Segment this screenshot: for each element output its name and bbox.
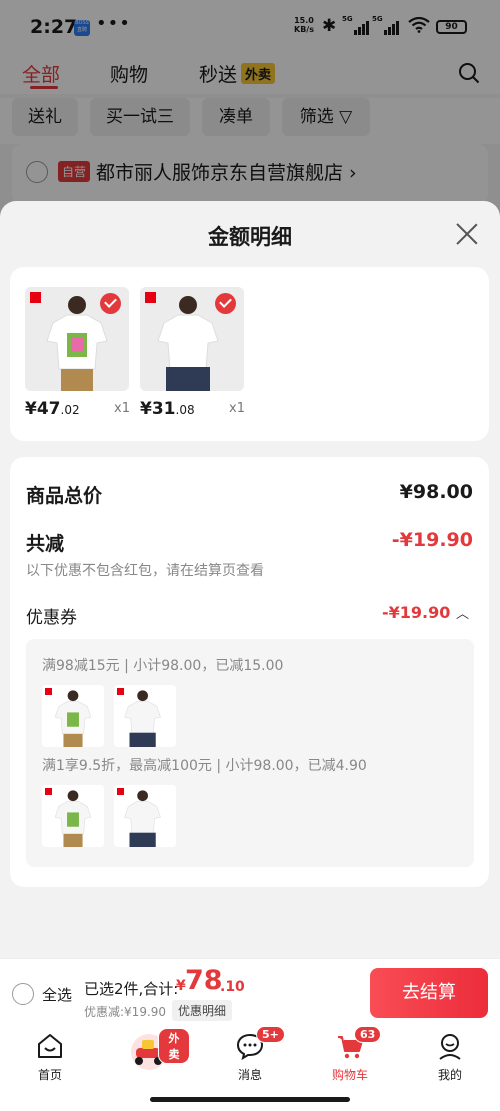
brand-logo (117, 788, 124, 795)
select-all-label[interactable]: 全选 (42, 984, 72, 1005)
price-summary-card: 商品总价 ¥98.00 共减 -¥19.90 以下优惠不包含红包，请在结算页查看… (10, 457, 489, 887)
checkout-button[interactable]: 去结算 (370, 968, 488, 1018)
message-count-badge: 5+ (256, 1026, 285, 1043)
coupon-product-thumbnail (114, 785, 176, 847)
user-icon (439, 1034, 461, 1060)
total-value: ¥98.00 (399, 481, 473, 503)
total-label: 商品总价 (26, 485, 103, 507)
coupon-product-thumbnail (114, 685, 176, 747)
coupon-detail-box: 满98减15元 | 小计98.00，已减15.00 满1享9.5折，最高减100… (26, 639, 474, 867)
close-icon[interactable] (455, 222, 479, 246)
brand-logo (45, 688, 52, 695)
product-quantity: x1 (229, 401, 245, 416)
brand-logo (117, 688, 124, 695)
home-icon (38, 1034, 62, 1058)
coupon-label: 优惠券 (26, 608, 77, 628)
checkout-bar: 全选 已选2件,合计: ¥ 78 .10 优惠减:¥19.90 优惠明细 去结算 (0, 958, 500, 1024)
product-price: ¥47.02 (25, 399, 80, 419)
product-item[interactable]: ¥31.08 x1 (140, 287, 245, 419)
brand-logo (145, 292, 156, 303)
selected-check-icon (215, 293, 236, 314)
cart-count-badge: 63 (354, 1026, 382, 1043)
tab-label: 消息 (237, 1068, 262, 1082)
product-item[interactable]: ¥47.02 x1 (25, 287, 130, 419)
selected-check-icon (100, 293, 121, 314)
product-price: ¥31.08 (140, 399, 195, 419)
coupon-line: 满1享9.5折，最高减100元 | 小计98.00，已减4.90 (42, 758, 367, 774)
chevron-up-icon: ︿ (455, 607, 469, 622)
total-amount-decimal: .10 (220, 979, 245, 995)
product-card: ¥47.02 x1 ¥31.08 x1 (10, 267, 489, 441)
product-thumbnail (25, 287, 129, 391)
tab-label: 首页 (37, 1068, 62, 1082)
discount-value: -¥19.90 (391, 529, 473, 551)
tab-label: 我的 (437, 1068, 462, 1082)
sheet-title: 金额明细 (208, 225, 292, 249)
coupon-line: 满98减15元 | 小计98.00，已减15.00 (42, 658, 284, 674)
home-indicator (150, 1097, 350, 1102)
waimai-tab-badge: 外卖 (158, 1028, 190, 1064)
coupon-product-thumbnail (42, 785, 104, 847)
brand-logo (45, 788, 52, 795)
discount-detail-button[interactable]: 优惠明细 (172, 1000, 233, 1021)
tab-label: 购物车 (331, 1068, 368, 1082)
total-amount: 78 (185, 965, 223, 996)
select-all-checkbox[interactable] (12, 983, 34, 1005)
coupon-product-thumbnail (42, 685, 104, 747)
amount-detail-sheet: 金额明细 ¥47.02 x1 ¥31.08 x1 商品总价 ¥98.00 共减 … (0, 201, 500, 1021)
selected-summary: 已选2件,合计: (84, 980, 179, 998)
product-quantity: x1 (114, 401, 130, 416)
product-thumbnail (140, 287, 244, 391)
discount-summary: 优惠减:¥19.90 (84, 1005, 167, 1019)
brand-logo (30, 292, 41, 303)
coupon-toggle[interactable]: -¥19.90 ︿ (382, 603, 469, 622)
discount-label: 共减 (26, 533, 65, 555)
discount-note: 以下优惠不包含红包，请在结算页查看 (26, 563, 264, 579)
